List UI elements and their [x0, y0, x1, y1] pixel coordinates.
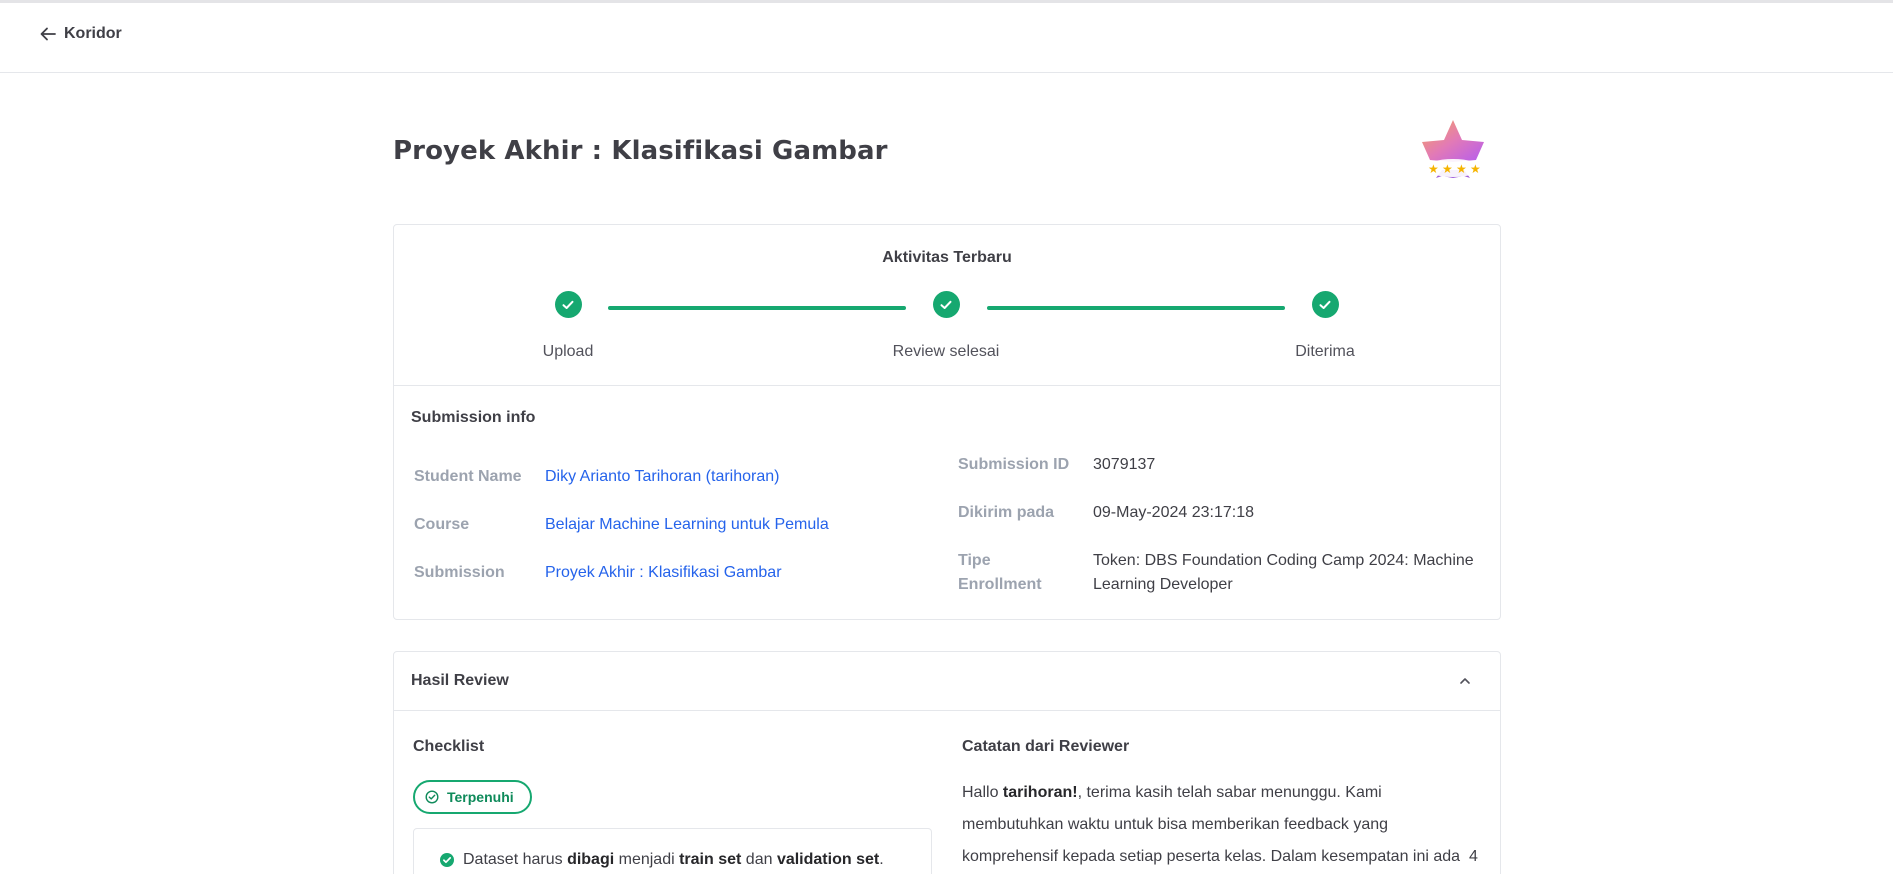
step-label: Upload [542, 343, 594, 360]
student-name-link[interactable]: Diky Arianto Tarihoran (tarihoran) [545, 465, 779, 489]
step-label: Diterima [1295, 343, 1355, 360]
step-upload: Upload [468, 291, 668, 361]
submission-label: Submission [414, 564, 505, 581]
tipe-enrollment-value-line2: Learning Developer [1093, 576, 1233, 593]
step-label: Review selesai [892, 343, 1000, 360]
activity-progress: Aktivitas Terbaru Upload Review selesai … [394, 225, 1500, 386]
submission-link[interactable]: Proyek Akhir : Klasifikasi Gambar [545, 561, 782, 585]
step-done-dot [1311, 291, 1339, 318]
tipe-enrollment-value: Token: DBS Foundation Coding Camp 2024: … [1093, 549, 1474, 597]
step-review-selesai: Review selesai [846, 291, 1046, 361]
back-link-koridor[interactable]: Koridor [40, 25, 122, 43]
check-icon [940, 300, 952, 309]
check-icon [1319, 300, 1331, 309]
review-header[interactable]: Hasil Review [394, 652, 1500, 711]
tipe-enrollment-label: Tipe Enrollment [958, 549, 1042, 597]
back-link-label: Koridor [64, 25, 122, 42]
notes-line-3: komprehensif kepada setiap peserta kelas… [962, 848, 1478, 865]
step-done-dot [932, 291, 960, 318]
course-link[interactable]: Belajar Machine Learning untuk Pemula [545, 513, 829, 537]
check-circle-outline-icon [425, 790, 439, 804]
status-badge: Terpenuhi [413, 780, 532, 814]
student-name-label: Student Name [414, 468, 522, 485]
notes-line-1: Hallo tarihoran!, terima kasih telah sab… [962, 784, 1382, 801]
review-title: Hasil Review [411, 672, 509, 689]
activity-title: Aktivitas Terbaru [882, 249, 1012, 266]
submission-id-label: Submission ID [958, 456, 1070, 473]
status-badge-label: Terpenuhi [447, 789, 514, 805]
submission-info-title: Submission info [411, 409, 536, 426]
submission-id-value: 3079137 [1093, 456, 1156, 473]
navbar: Koridor [0, 3, 1893, 73]
step-diterima: Diterima [1225, 291, 1425, 361]
tipe-enrollment-value-line1: Token: DBS Foundation Coding Camp 2024: … [1093, 552, 1474, 569]
arrow-left-icon [40, 27, 56, 41]
svg-text:★: ★ [1442, 162, 1453, 176]
dikirim-pada-value: 09-May-2024 23:17:18 [1093, 504, 1254, 521]
svg-text:★: ★ [1428, 162, 1439, 176]
tipe-enrollment-label-line1: Tipe [958, 552, 991, 569]
check-icon [562, 300, 574, 309]
step-done-dot [554, 291, 582, 318]
review-card: Hasil Review Checklist Terpenuhi Dataset… [393, 651, 1501, 874]
star-badge-icon: ★ ★ ★ ★ [1422, 120, 1484, 178]
checklist-title: Checklist [413, 738, 485, 755]
check-circle-icon [440, 853, 454, 867]
course-label: Course [414, 516, 470, 533]
svg-text:★: ★ [1470, 162, 1481, 176]
checklist-item-box: Dataset harus dibagi menjadi train set d… [413, 828, 932, 874]
notes-line-2: membutuhkan waktu untuk bisa memberikan … [962, 816, 1389, 833]
dikirim-pada-label: Dikirim pada [958, 504, 1055, 521]
tipe-enrollment-label-line2: Enrollment [958, 576, 1042, 593]
activity-card: Aktivitas Terbaru Upload Review selesai … [393, 224, 1501, 620]
checklist-item: Dataset harus dibagi menjadi train set d… [440, 851, 884, 869]
chevron-up-icon[interactable] [1458, 674, 1472, 688]
reviewer-notes-text: Hallo tarihoran!, terima kasih telah sab… [962, 777, 1482, 873]
checklist-item-text: Dataset harus dibagi menjadi train set d… [463, 851, 884, 868]
reviewer-notes-title: Catatan dari Reviewer [962, 738, 1130, 755]
page-title: Proyek Akhir : Klasifikasi Gambar [393, 136, 888, 166]
svg-text:★: ★ [1456, 162, 1467, 176]
